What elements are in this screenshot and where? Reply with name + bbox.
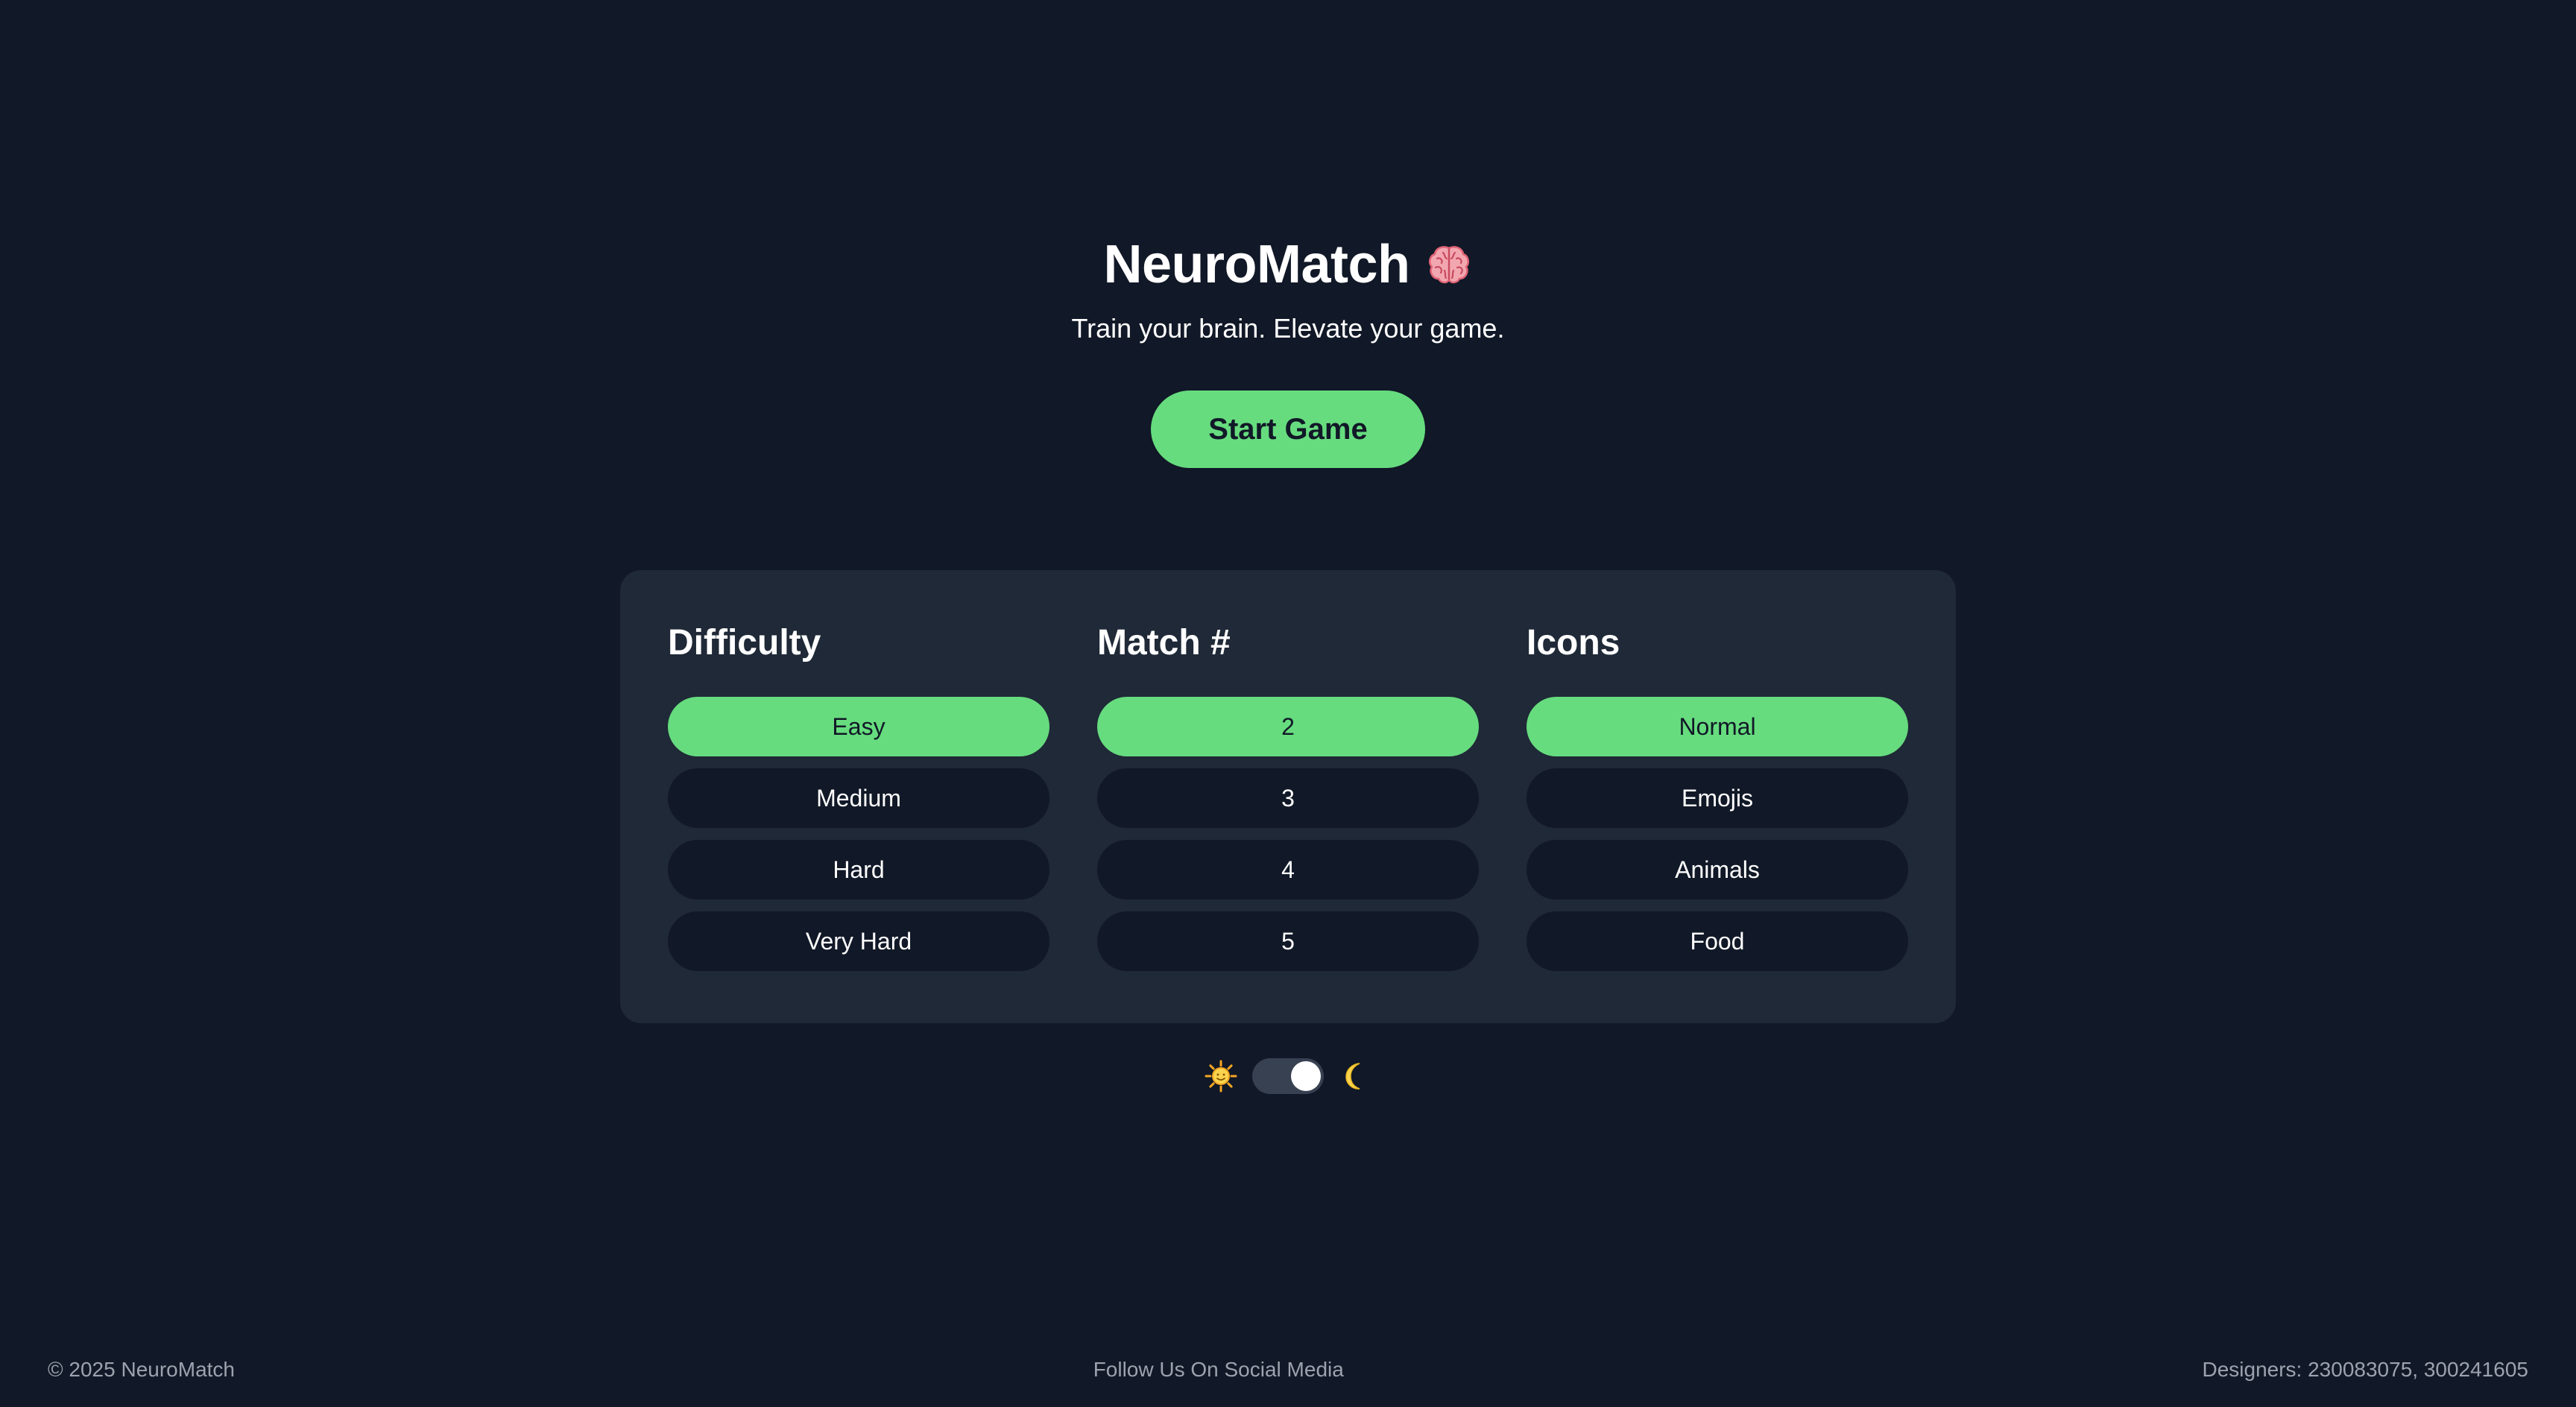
difficulty-option-medium[interactable]: Medium [668,768,1049,828]
settings-panel: Difficulty Easy Medium Hard Very Hard Ma… [620,570,1956,1023]
footer: © 2025 NeuroMatch Follow Us On Social Me… [48,1355,2528,1385]
start-game-button[interactable]: Start Game [1151,391,1425,468]
difficulty-option-hard[interactable]: Hard [668,840,1049,899]
hero: NeuroMatch Train your brain. Elevate you… [0,224,2576,468]
footer-social-link[interactable]: Follow Us On Social Media [1093,1358,1344,1382]
brain-icon [1425,241,1473,288]
icons-option-animals[interactable]: Animals [1527,840,1908,899]
icons-column: Icons Normal Emojis Animals Food [1527,619,1908,1023]
moon-icon [1339,1060,1371,1093]
difficulty-heading: Difficulty [668,623,821,663]
theme-toggle-switch[interactable] [1252,1058,1324,1094]
icons-option-emojis[interactable]: Emojis [1527,768,1908,828]
footer-copyright: © 2025 NeuroMatch [48,1358,235,1381]
title-row: NeuroMatch [0,224,2576,306]
icons-option-normal[interactable]: Normal [1527,697,1908,756]
match-count-heading: Match # [1097,623,1231,663]
difficulty-option-very-hard[interactable]: Very Hard [668,911,1049,971]
match-option-3[interactable]: 3 [1097,768,1479,828]
icons-heading: Icons [1527,623,1620,663]
theme-toggle-row [0,1054,2576,1098]
match-option-4[interactable]: 4 [1097,840,1479,899]
match-option-2[interactable]: 2 [1097,697,1479,756]
difficulty-column: Difficulty Easy Medium Hard Very Hard [668,619,1049,1023]
tagline: Train your brain. Elevate your game. [1071,313,1505,344]
app-title: NeuroMatch [1103,235,1410,294]
footer-designers: Designers: 230083075, 300241605 [2202,1358,2528,1381]
icons-option-food[interactable]: Food [1527,911,1908,971]
sun-icon [1205,1060,1237,1093]
difficulty-option-easy[interactable]: Easy [668,697,1049,756]
toggle-knob [1291,1061,1321,1091]
match-count-column: Match # 2 3 4 5 [1097,619,1479,1023]
match-option-5[interactable]: 5 [1097,911,1479,971]
